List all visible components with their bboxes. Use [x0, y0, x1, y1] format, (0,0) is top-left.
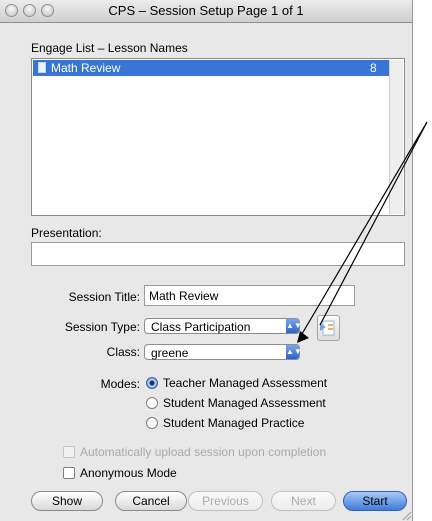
lesson-document-icon: [38, 62, 46, 73]
list-vertical-scrollbar[interactable]: [389, 60, 403, 214]
previous-button[interactable]: Previous: [188, 491, 263, 511]
cancel-button[interactable]: Cancel: [115, 491, 187, 511]
window-title: CPS – Session Setup Page 1 of 1: [108, 3, 304, 18]
title-bar[interactable]: CPS – Session Setup Page 1 of 1: [0, 0, 412, 23]
modes-label: Modes:: [100, 377, 140, 391]
presentation-field[interactable]: [31, 242, 405, 266]
session-type-label: Session Type:: [64, 320, 140, 334]
session-title-label: Session Title:: [68, 290, 140, 304]
radio-label: Student Managed Practice: [163, 416, 305, 430]
radio-label: Student Managed Assessment: [163, 396, 326, 410]
session-type-info-button[interactable]: [317, 315, 340, 341]
radio-teacher-managed-assessment[interactable]: [146, 377, 158, 389]
radio-student-managed-assessment[interactable]: [146, 397, 158, 409]
engage-list-label: Engage List – Lesson Names: [31, 41, 188, 55]
radio-student-managed-practice[interactable]: [146, 417, 158, 429]
document-slide-icon: [320, 320, 335, 336]
question-count: 8: [370, 61, 377, 75]
popup-arrows-icon: ▲▼: [286, 319, 302, 333]
class-popup[interactable]: greene ▲▼: [144, 344, 302, 360]
lesson-name: Math Review: [51, 61, 121, 75]
radio-label: Teacher Managed Assessment: [163, 376, 328, 390]
class-value: greene: [151, 346, 189, 360]
session-title-value: Math Review: [149, 289, 219, 303]
session-type-popup[interactable]: Class Participation ▲▼: [144, 318, 302, 334]
anonymous-mode-label: Anonymous Mode: [80, 466, 177, 480]
engage-list[interactable]: Math Review 8: [31, 58, 405, 216]
auto-upload-checkbox[interactable]: [63, 446, 75, 458]
session-setup-window: CPS – Session Setup Page 1 of 1 Engage L…: [0, 0, 413, 521]
anonymous-mode-checkbox[interactable]: [63, 467, 75, 479]
session-type-value: Class Participation: [151, 320, 251, 334]
resize-grip-icon[interactable]: [400, 509, 412, 521]
class-label: Class:: [106, 345, 140, 359]
start-button[interactable]: Start: [343, 491, 407, 511]
next-button[interactable]: Next: [271, 491, 336, 511]
presentation-label: Presentation:: [31, 226, 102, 240]
auto-upload-label: Automatically upload session upon comple…: [80, 445, 327, 459]
list-item-selected[interactable]: Math Review 8: [33, 60, 403, 76]
show-button[interactable]: Show: [31, 491, 103, 511]
session-title-field[interactable]: Math Review: [144, 285, 355, 306]
popup-arrows-icon: ▲▼: [286, 345, 302, 359]
